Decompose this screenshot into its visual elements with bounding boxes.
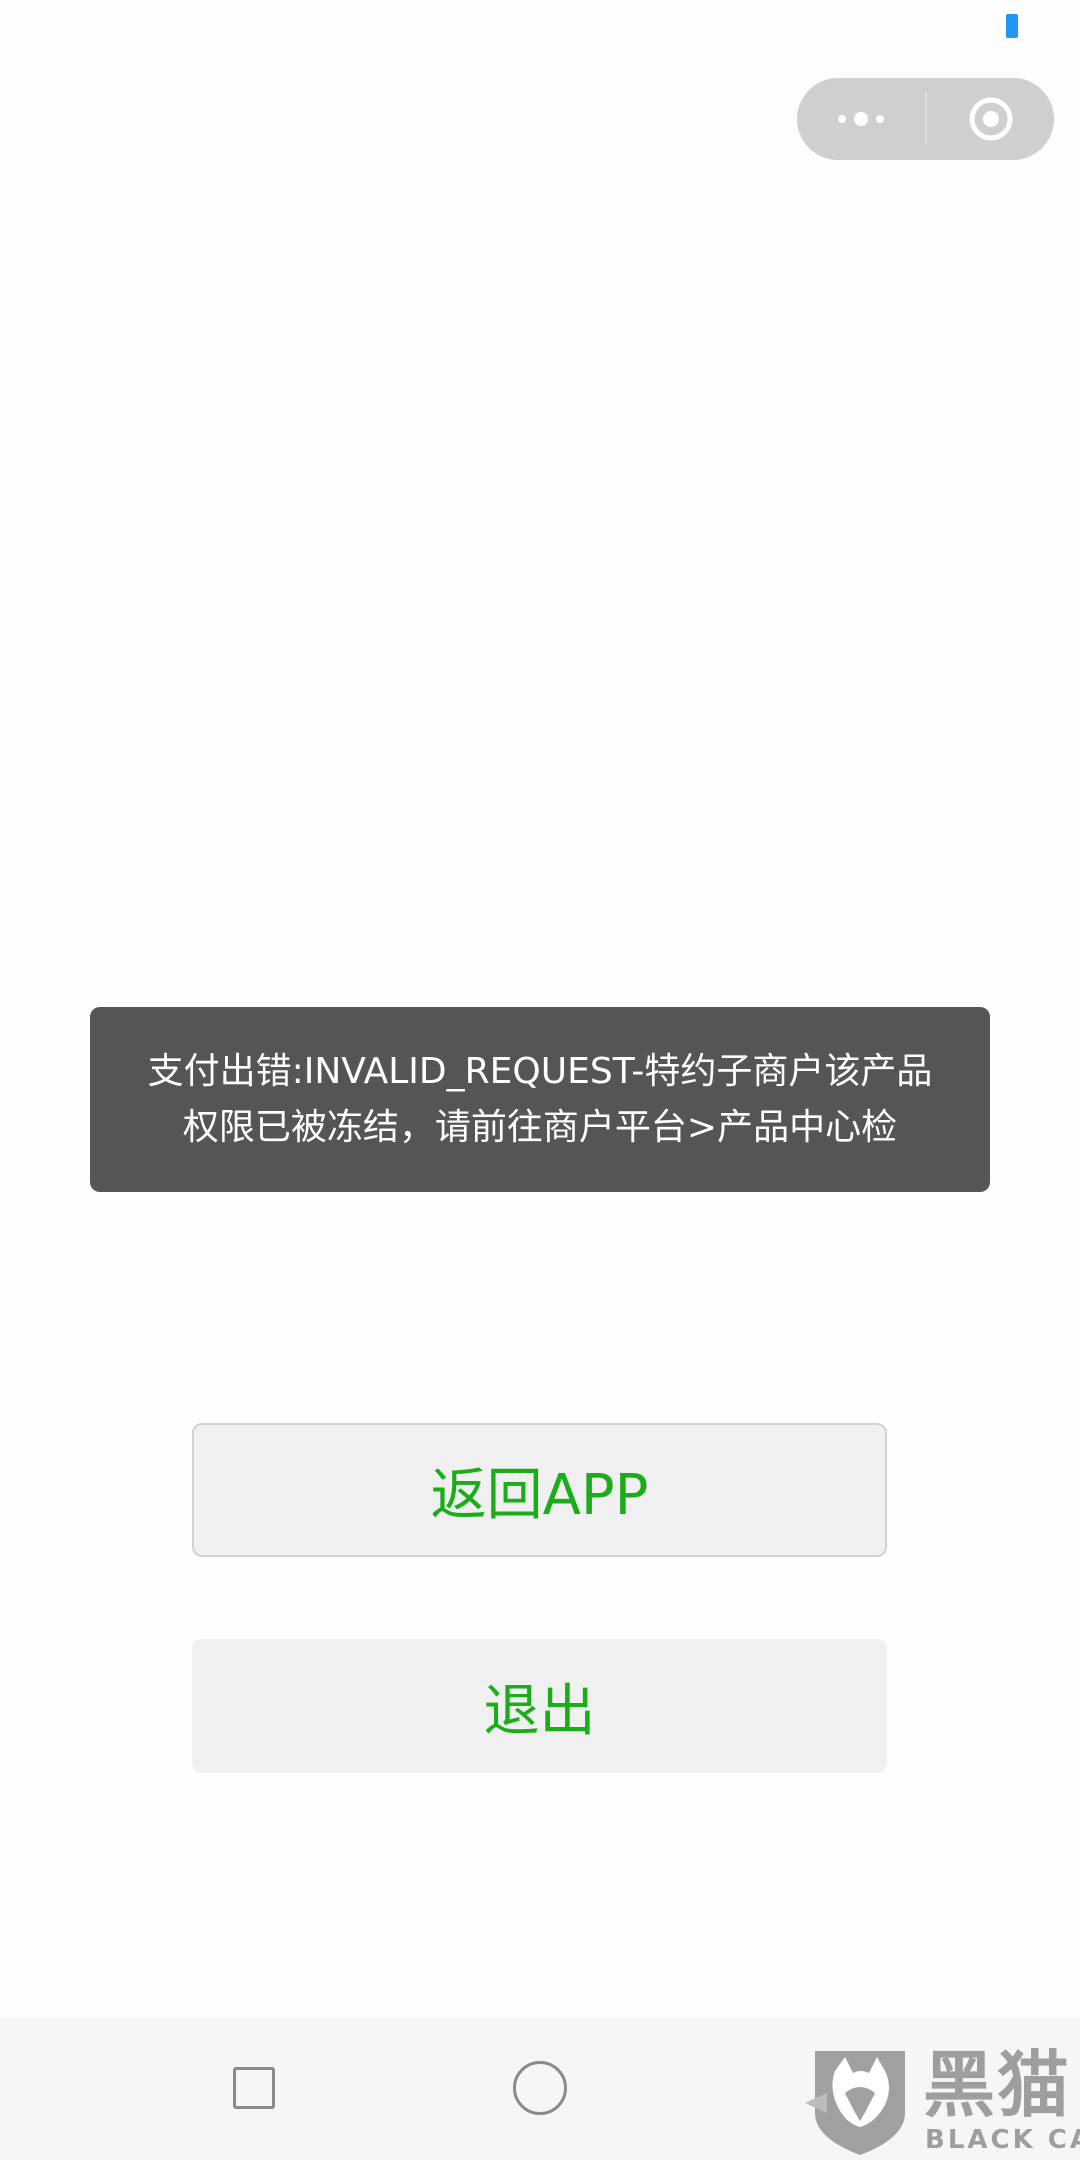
return-app-button[interactable]: 返回APP [192,1423,887,1557]
exit-button[interactable]: 退出 [192,1639,887,1773]
mini-program-capsule [797,78,1054,160]
error-toast: 支付出错:INVALID_REQUEST-特约子商户该产品权限已被冻结，请前往商… [90,1007,990,1192]
status-indicator [1006,14,1018,38]
more-menu-button[interactable] [797,78,925,160]
target-circle-icon [969,97,1012,141]
black-cat-watermark: 黑猫 BLACK CAT [805,2043,1080,2160]
square-recent-apps-icon[interactable] [233,2067,275,2109]
error-toast-message: 支付出错:INVALID_REQUEST-特约子商户该产品权限已被冻结，请前往商… [147,1050,933,1148]
more-dots-icon [836,112,886,126]
close-mini-program-button[interactable] [927,78,1054,160]
watermark-cn-text: 黑猫 [923,2043,1072,2127]
watermark-en-text: BLACK CAT [925,2125,1080,2155]
black-cat-shield-logo [805,2051,905,2155]
circle-home-icon[interactable] [513,2061,567,2115]
